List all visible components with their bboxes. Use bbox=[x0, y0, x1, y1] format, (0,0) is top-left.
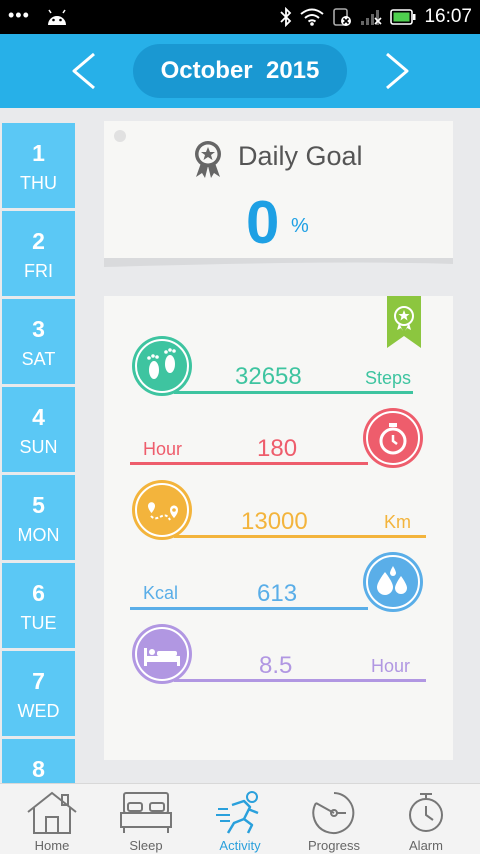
house-icon bbox=[27, 791, 77, 834]
kcal-value: 613 bbox=[257, 580, 298, 607]
distance-line bbox=[174, 535, 426, 538]
wifi-icon bbox=[300, 8, 325, 26]
previous-month-chevron-icon[interactable] bbox=[66, 51, 106, 91]
steps-line bbox=[174, 391, 413, 394]
alarm-clock-icon bbox=[409, 793, 443, 832]
day-number: 6 bbox=[32, 580, 45, 606]
signal-icon bbox=[361, 10, 383, 25]
month-title[interactable]: October 2015 bbox=[133, 44, 347, 98]
sleep-value: 8.5 bbox=[259, 652, 293, 679]
day-item[interactable]: 1 THU bbox=[2, 123, 75, 208]
route-map-icon bbox=[132, 480, 192, 540]
nav-sleep-label: Sleep bbox=[129, 838, 163, 853]
nav-activity[interactable]: Activity bbox=[192, 784, 288, 854]
footprints-icon bbox=[132, 336, 192, 396]
goal-percent-unit: % bbox=[291, 215, 309, 237]
day-weekday: SUN bbox=[19, 437, 58, 457]
day-number: 5 bbox=[32, 492, 45, 518]
day-item[interactable]: 7 WED bbox=[2, 651, 75, 736]
distance-unit: Km bbox=[384, 512, 411, 532]
day-item[interactable]: 2 FRI bbox=[2, 211, 75, 296]
day-number: 4 bbox=[32, 404, 45, 430]
day-item[interactable]: 8 bbox=[2, 739, 75, 784]
bottom-navigation: Home Sleep Activity Progress Alarm bbox=[0, 783, 480, 854]
sleep-line bbox=[174, 679, 426, 682]
android-icon bbox=[48, 9, 66, 25]
status-bar: ••• 16:07 bbox=[0, 0, 480, 34]
sleep-unit: Hour bbox=[371, 656, 411, 676]
award-badge-icon bbox=[195, 141, 221, 178]
status-time: 16:07 bbox=[424, 6, 472, 27]
kcal-unit: Kcal bbox=[143, 583, 179, 603]
runner-icon bbox=[216, 791, 259, 834]
day-weekday: SAT bbox=[21, 349, 56, 369]
day-item[interactable]: 5 MON bbox=[2, 475, 75, 560]
achievement-ribbon-icon bbox=[387, 296, 421, 348]
day-number: 8 bbox=[32, 756, 45, 782]
nav-home[interactable]: Home bbox=[4, 784, 100, 854]
progress-gauge-icon bbox=[312, 792, 355, 834]
kcal-line bbox=[130, 607, 368, 610]
day-weekday: WED bbox=[17, 701, 60, 721]
day-list[interactable]: 1 THU 2 FRI 3 SAT 4 SUN 5 MON 6 TUE 7 WED 8 bbox=[0, 120, 76, 784]
day-item[interactable]: 3 SAT bbox=[2, 299, 75, 384]
nav-progress[interactable]: Progress bbox=[286, 784, 382, 854]
month-header: October 2015 bbox=[0, 34, 480, 108]
day-weekday: TUE bbox=[20, 613, 57, 633]
goal-percent-value: 0 bbox=[246, 189, 280, 256]
hour-value: 180 bbox=[257, 435, 298, 462]
next-month-chevron-icon[interactable] bbox=[375, 51, 415, 91]
day-weekday: MON bbox=[17, 525, 60, 545]
day-number: 2 bbox=[32, 228, 45, 254]
steps-value: 32658 bbox=[235, 363, 302, 390]
nav-sleep[interactable]: Sleep bbox=[98, 784, 194, 854]
day-weekday: FRI bbox=[24, 261, 53, 281]
day-number: 3 bbox=[32, 316, 45, 342]
day-number: 1 bbox=[32, 140, 45, 166]
more-dots-icon: ••• bbox=[8, 5, 30, 25]
nav-activity-label: Activity bbox=[219, 838, 261, 853]
bed-icon bbox=[132, 624, 192, 684]
nav-alarm-label: Alarm bbox=[409, 838, 443, 853]
goal-title: Daily Goal bbox=[238, 141, 363, 171]
sim-icon bbox=[333, 8, 352, 26]
day-weekday: THU bbox=[20, 173, 57, 193]
card-fold-shadow bbox=[104, 258, 453, 267]
stopwatch-icon bbox=[363, 408, 423, 468]
daily-goal-card: Daily Goal 0 % bbox=[104, 121, 453, 259]
day-item[interactable]: 4 SUN bbox=[2, 387, 75, 472]
distance-value: 13000 bbox=[241, 508, 308, 535]
water-drops-icon bbox=[363, 552, 423, 612]
battery-icon bbox=[390, 9, 416, 25]
day-number: 7 bbox=[32, 668, 45, 694]
hour-unit: Hour bbox=[143, 439, 183, 459]
nav-progress-label: Progress bbox=[307, 838, 361, 853]
indicator-dot bbox=[114, 130, 126, 142]
steps-unit: Steps bbox=[365, 368, 412, 388]
bed-icon bbox=[120, 792, 172, 833]
activity-stats-card: 32658 Steps Hour 180 13000 Km Kcal 613 8… bbox=[104, 296, 453, 760]
nav-home-label: Home bbox=[34, 838, 70, 853]
day-item[interactable]: 6 TUE bbox=[2, 563, 75, 648]
hour-line bbox=[130, 462, 368, 465]
bluetooth-icon bbox=[280, 7, 292, 27]
nav-alarm[interactable]: Alarm bbox=[378, 784, 474, 854]
